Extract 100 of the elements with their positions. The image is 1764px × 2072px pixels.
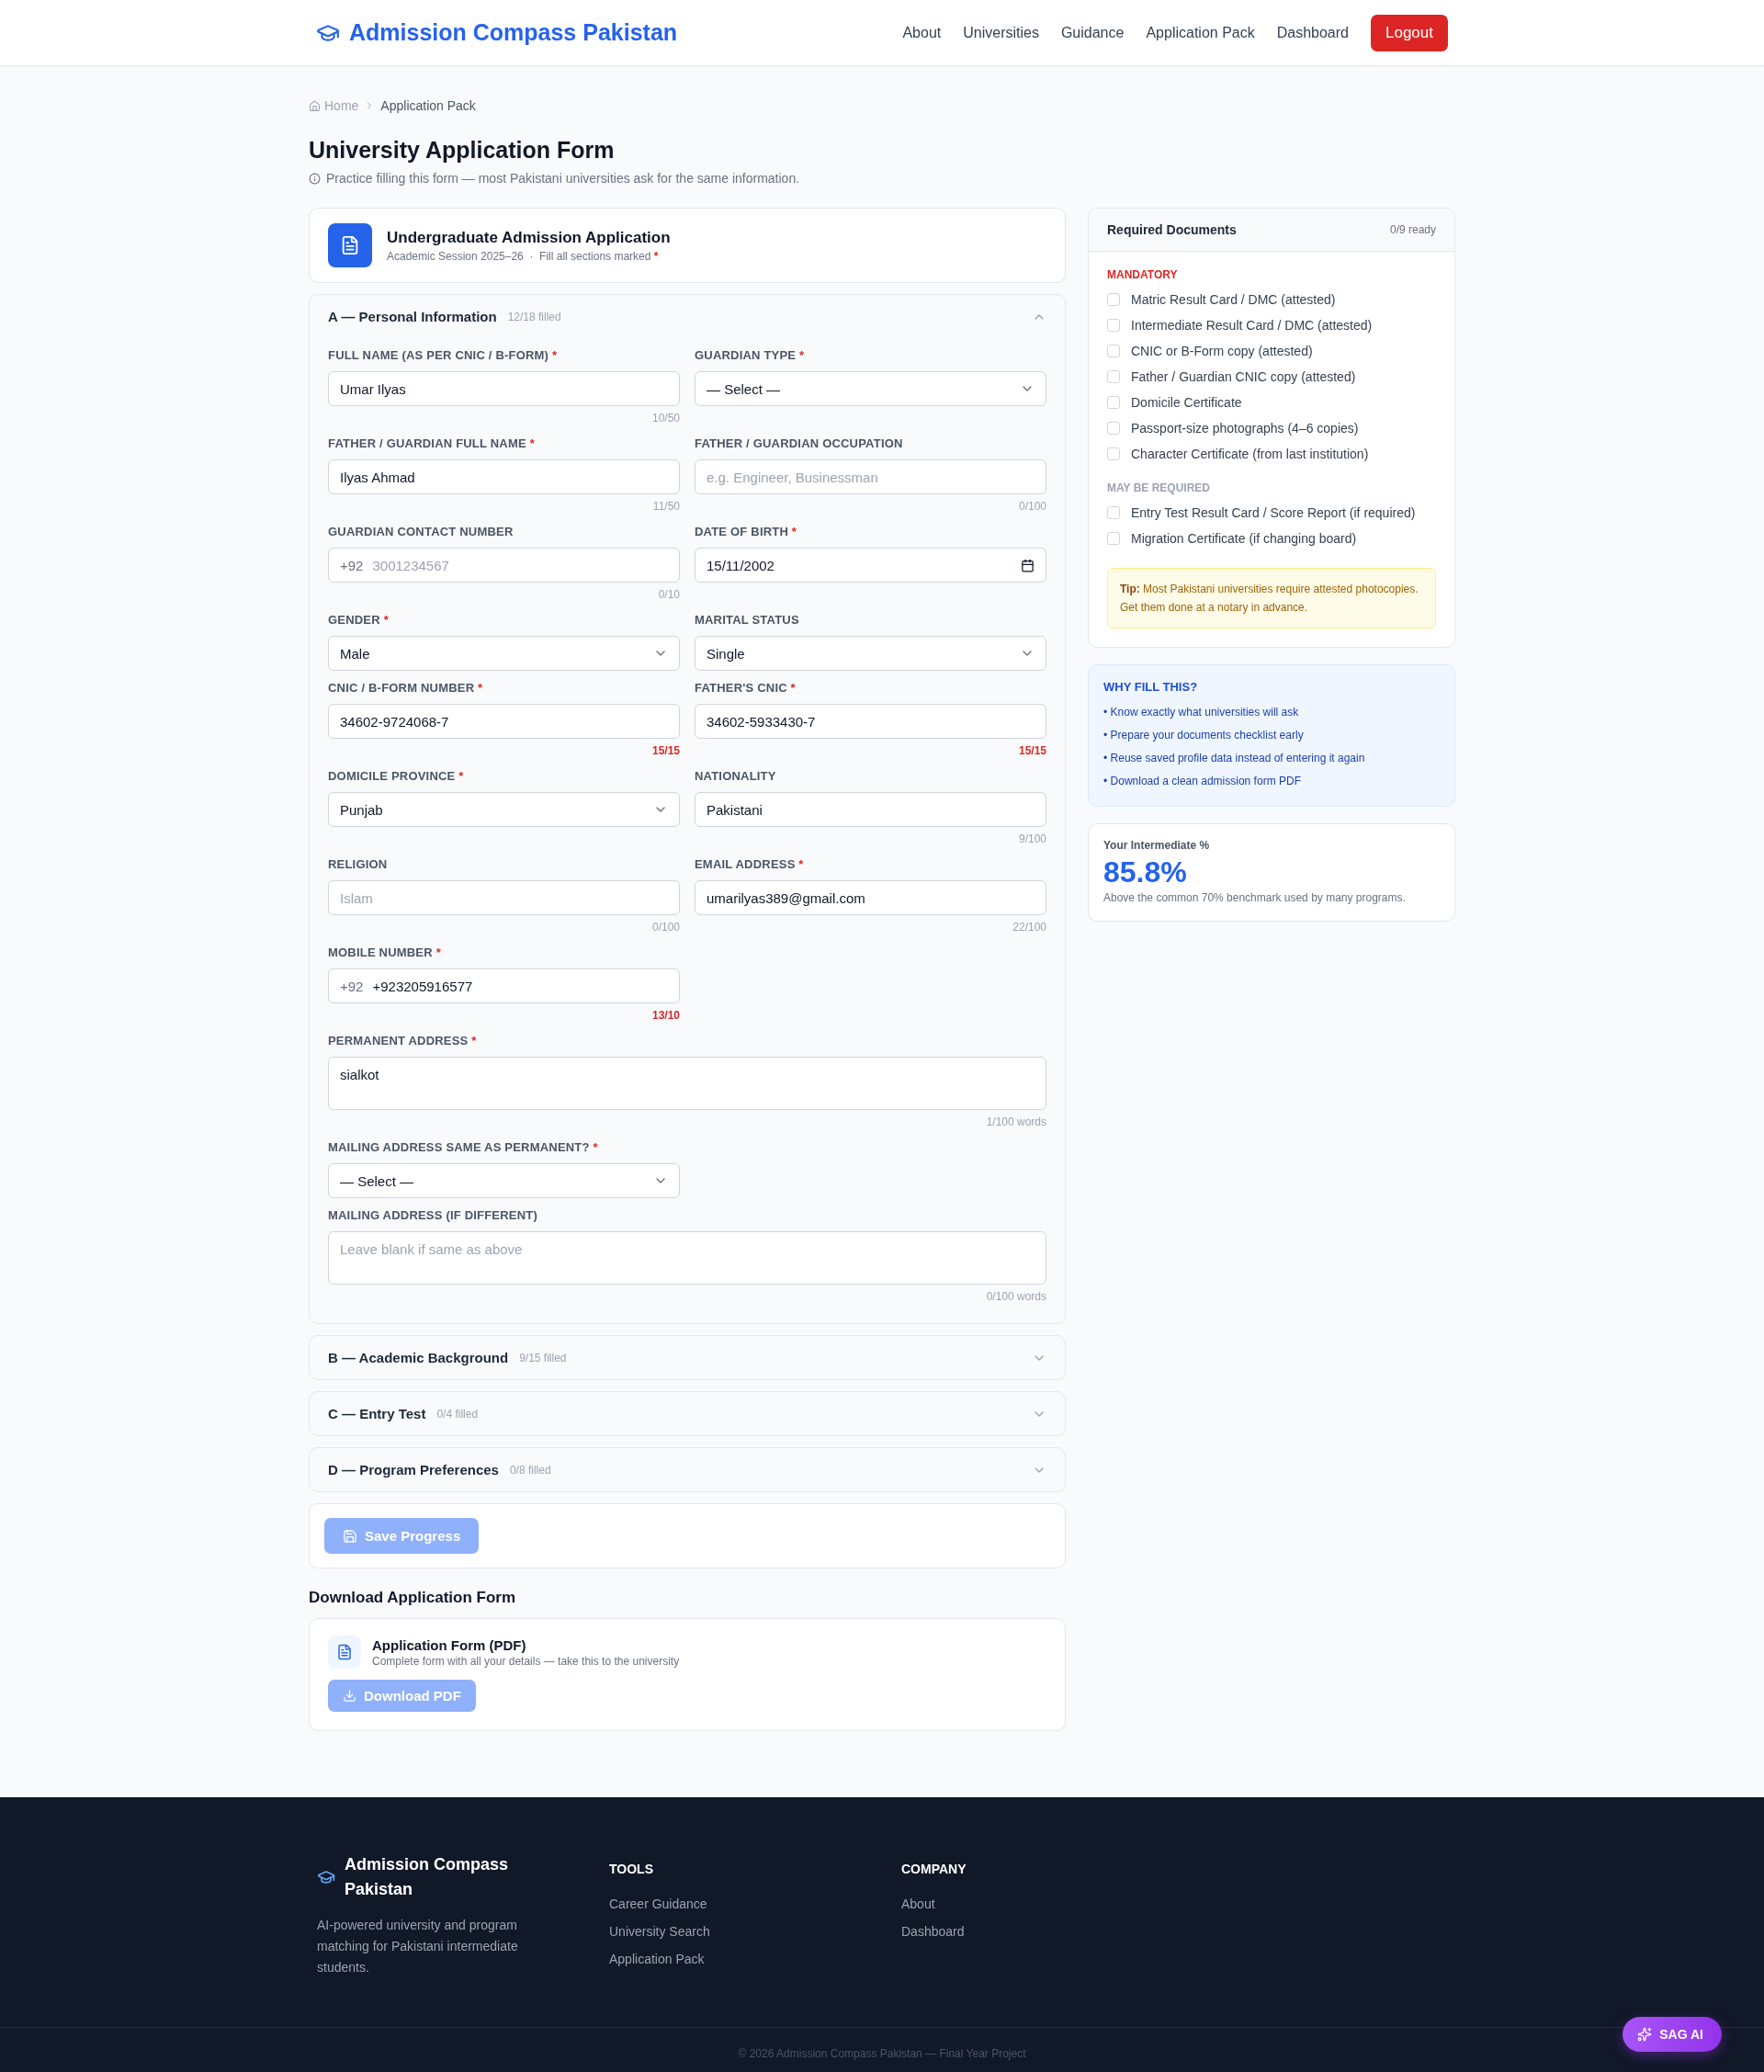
field-label: GENDER * xyxy=(328,612,390,628)
checkbox[interactable] xyxy=(1107,345,1120,357)
field-label: NATIONALITY xyxy=(695,768,777,785)
benefit-item: • Know exactly what universities will ask xyxy=(1103,705,1300,720)
nav-link[interactable]: Guidance xyxy=(1060,24,1125,41)
section-title[interactable]: D — Program Preferences xyxy=(328,1462,499,1478)
section-title[interactable]: B — Academic Background xyxy=(328,1350,509,1365)
filled-count: 0/4 filled xyxy=(436,1407,480,1421)
character-counter: 0/100 words xyxy=(985,1289,1046,1305)
benefit-item: • Download a clean admission form PDF xyxy=(1103,774,1302,789)
checkbox[interactable] xyxy=(1107,447,1120,460)
download-icon xyxy=(343,1689,356,1703)
checkbox[interactable] xyxy=(1107,370,1120,383)
date-field[interactable]: 15/11/2002 xyxy=(695,548,1046,583)
field-label: DATE OF BIRTH * xyxy=(695,524,798,540)
section-title[interactable]: A — Personal Information xyxy=(328,309,497,324)
phone-field[interactable]: +92 +923205916577 xyxy=(328,968,680,1003)
filled-count: 12/18 filled xyxy=(507,310,562,323)
character-counter: 0/10 xyxy=(657,587,680,603)
group-label: MAY BE REQUIRED xyxy=(1107,481,1212,494)
footer-description: AI-powered university and program matching for Pakistani intermediate students. xyxy=(317,1917,519,1976)
character-counter: 15/15 xyxy=(650,743,680,759)
field-label: DOMICILE PROVINCE * xyxy=(328,768,465,785)
document-label: Entry Test Result Card / Score Report (if required) xyxy=(1131,505,1416,520)
checkbox[interactable] xyxy=(1107,319,1120,332)
logout-button[interactable]: Logout xyxy=(1371,14,1448,51)
field-label: EMAIL ADDRESS * xyxy=(695,856,805,873)
chat-button[interactable]: SAG AI xyxy=(1623,2017,1722,2052)
section-heading: Download Application Form xyxy=(309,1589,517,1607)
card-title: Required Documents xyxy=(1107,222,1237,237)
address-field[interactable]: sialkot xyxy=(328,1057,1046,1110)
text-field[interactable]: Pakistani xyxy=(695,792,1046,827)
text-field[interactable]: Umar Ilyas xyxy=(328,371,680,406)
field-label: GUARDIAN CONTACT NUMBER xyxy=(328,524,514,540)
character-counter: 13/10 xyxy=(650,1008,680,1024)
character-counter: 11/50 xyxy=(651,499,680,515)
home-icon xyxy=(309,99,321,112)
footer-heading: TOOLS xyxy=(609,1862,654,1876)
checkbox[interactable] xyxy=(1107,532,1120,545)
text-field[interactable]: 34602-9724068-7 xyxy=(328,704,680,739)
checkbox[interactable] xyxy=(1107,422,1120,435)
document-label: Passport-size photographs (4–6 copies) xyxy=(1131,421,1359,436)
document-label: Migration Certificate (if changing board) xyxy=(1131,531,1357,546)
document-label: CNIC or B-Form copy (attested) xyxy=(1131,344,1313,358)
field-label: MARITAL STATUS xyxy=(695,612,800,628)
info-icon xyxy=(309,172,321,185)
document-label: Domicile Certificate xyxy=(1131,395,1242,410)
field-label: MAILING ADDRESS SAME AS PERMANENT? * xyxy=(328,1139,599,1156)
field-label: GUARDIAN TYPE * xyxy=(695,347,806,364)
graduation-cap-icon xyxy=(317,1868,335,1886)
document-label: Matric Result Card / DMC (attested) xyxy=(1131,292,1336,307)
section-title[interactable]: C — Entry Test xyxy=(328,1406,426,1421)
download-description: Complete form with all your details — take this to the university xyxy=(372,1654,680,1668)
field-label: FATHER / GUARDIAN OCCUPATION xyxy=(695,436,904,452)
document-icon xyxy=(328,1636,361,1669)
score-label: Your Intermediate % xyxy=(1103,839,1211,852)
nav-link[interactable]: Dashboard xyxy=(1276,24,1349,41)
select-field[interactable]: Single xyxy=(695,636,1046,671)
nav-link[interactable]: About xyxy=(902,24,942,41)
footer-link[interactable]: University Search xyxy=(609,1924,901,1939)
checkbox[interactable] xyxy=(1107,396,1120,409)
tip-note: Tip: Most Pakistani universities require attested photocopies. Get them done at a notary in advance. xyxy=(1107,568,1436,628)
document-label: Character Certificate (from last institution) xyxy=(1131,447,1369,461)
form-title: Undergraduate Admission Application xyxy=(387,228,671,247)
brand-logo[interactable]: Admission Compass Pakistan xyxy=(316,19,678,46)
footer-link[interactable]: About xyxy=(901,1897,1193,1911)
footer-link[interactable]: Career Guidance xyxy=(609,1897,901,1911)
nav-link[interactable]: Universities xyxy=(963,24,1039,41)
footer-link[interactable]: Application Pack xyxy=(609,1952,901,1966)
footer-brand: Admission Compass Pakistan xyxy=(345,1854,510,1900)
footer-link[interactable]: Dashboard xyxy=(901,1924,1193,1939)
field-label: RELIGION xyxy=(328,856,389,873)
character-counter: 0/100 xyxy=(1017,499,1046,515)
checkbox[interactable] xyxy=(1107,293,1120,306)
phone-field[interactable]: +92 3001234567 xyxy=(328,548,680,583)
character-counter: 1/100 words xyxy=(985,1115,1046,1130)
text-field[interactable]: 34602-5933430-7 xyxy=(695,704,1046,739)
text-field[interactable]: umarilyas389@gmail.com xyxy=(695,880,1046,915)
calendar-icon[interactable] xyxy=(1021,558,1035,572)
text-field[interactable]: Ilyas Ahmad xyxy=(328,459,680,494)
select-field[interactable]: — Select — xyxy=(328,1163,680,1198)
select-field[interactable]: — Select — xyxy=(695,371,1046,406)
field-label: MAILING ADDRESS (IF DIFFERENT) xyxy=(328,1207,538,1224)
filled-count: 9/15 filled xyxy=(519,1351,568,1364)
character-counter: 22/100 xyxy=(1012,920,1046,935)
checkbox[interactable] xyxy=(1107,506,1120,519)
field-label: MOBILE NUMBER * xyxy=(328,945,442,961)
select-field[interactable]: Male xyxy=(328,636,680,671)
score-value: 85.8% xyxy=(1103,855,1188,889)
group-label: MANDATORY xyxy=(1107,268,1179,281)
select-field[interactable]: Punjab xyxy=(328,792,680,827)
field-label: FULL NAME (AS PER CNIC / B-FORM) * xyxy=(328,347,559,364)
score-note: Above the common 70% benchmark used by many programs. xyxy=(1103,891,1407,904)
character-counter: 0/100 xyxy=(650,920,680,935)
character-counter: 10/50 xyxy=(650,411,680,426)
nav-link[interactable]: Application Pack xyxy=(1146,24,1255,41)
filled-count: 0/8 filled xyxy=(509,1463,552,1477)
character-counter: 15/15 xyxy=(1017,743,1046,759)
copyright: © 2026 Admission Compass Pakistan — Final Year Project xyxy=(738,2047,1026,2060)
page-subtitle: Practice filling this form — most Pakistani universities ask for the same information. xyxy=(326,171,800,186)
